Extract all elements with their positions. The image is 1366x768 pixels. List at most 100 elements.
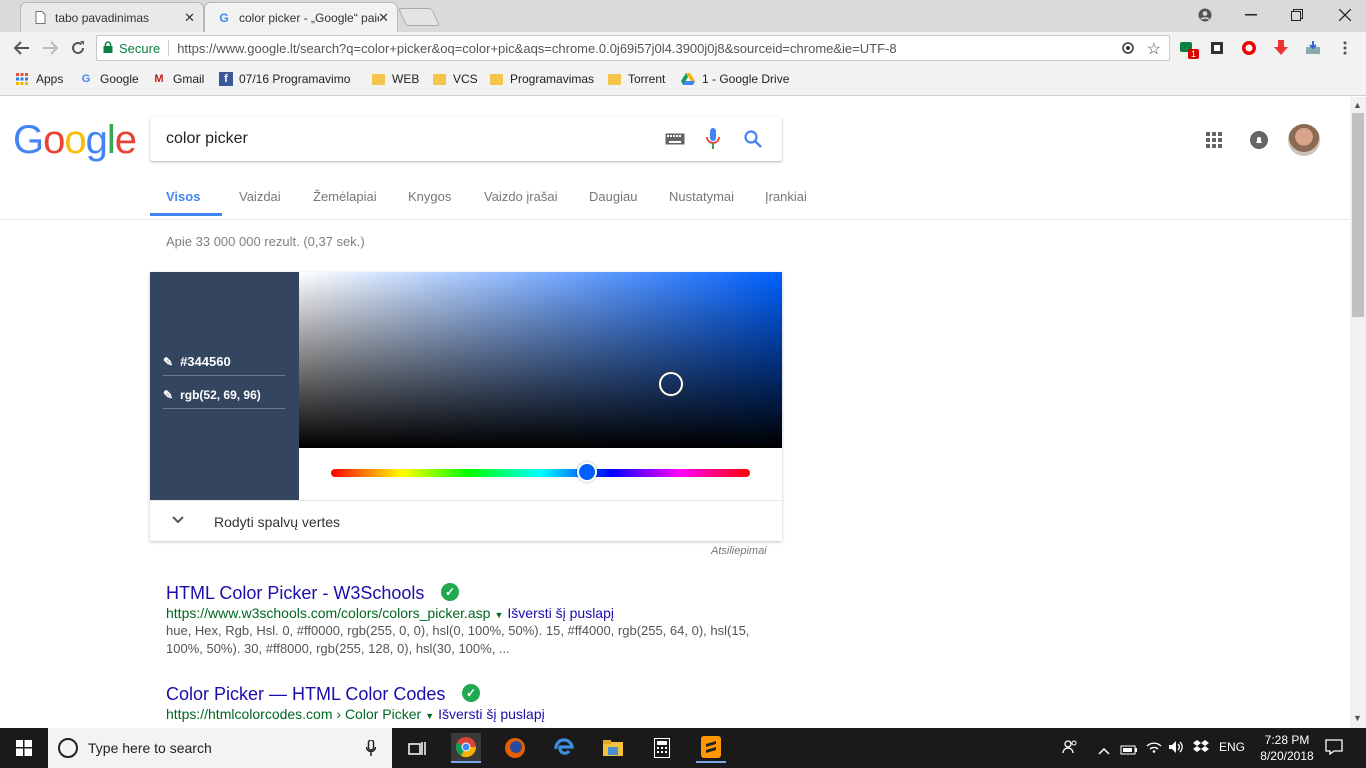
verified-check-icon: ✓ — [462, 684, 480, 702]
bookmark-gmail[interactable]: M Gmail — [151, 72, 204, 86]
taskbar-search-placeholder[interactable]: Type here to search — [88, 740, 212, 756]
task-view-icon[interactable] — [402, 733, 432, 763]
menu-icon[interactable] — [1334, 37, 1356, 59]
folder-icon — [431, 72, 447, 86]
hue-slider[interactable] — [331, 469, 750, 477]
edge-taskbar-icon[interactable] — [549, 733, 579, 763]
result-title-link[interactable]: Color Picker — HTML Color Codes — [166, 684, 445, 705]
translate-link[interactable]: Išversti šį puslapį — [438, 706, 545, 722]
keyboard-icon[interactable] — [665, 132, 685, 150]
tab-books[interactable]: Knygos — [408, 189, 451, 204]
reload-icon[interactable] — [66, 36, 90, 60]
tab-all[interactable]: Visos — [166, 189, 200, 204]
hue-slider-thumb[interactable] — [576, 462, 597, 482]
scroll-up-icon[interactable]: ▲ — [1353, 100, 1362, 110]
bookmark-programavimas[interactable]: Programavimas — [488, 72, 594, 86]
google-apps-icon[interactable] — [1206, 132, 1222, 153]
browser-toolbar: Secure https://www.google.lt/search?q=co… — [0, 32, 1366, 64]
firefox-taskbar-icon[interactable] — [500, 733, 530, 763]
show-values-label[interactable]: Rodyti spalvų vertes — [214, 514, 340, 530]
rgb-value[interactable]: rgb(52, 69, 96) — [180, 388, 261, 402]
minimize-icon[interactable] — [1236, 4, 1266, 26]
volume-icon[interactable] — [1168, 740, 1184, 759]
show-values-toggle[interactable]: Rodyti spalvų vertes — [150, 500, 782, 541]
address-bar[interactable]: Secure https://www.google.lt/search?q=co… — [96, 35, 1170, 61]
tab-videos[interactable]: Vaizdo įrašai — [484, 189, 557, 204]
back-icon[interactable] — [10, 36, 34, 60]
bookmark-label: Gmail — [173, 72, 205, 86]
logo-letter: o — [64, 118, 86, 162]
close-window-icon[interactable] — [1330, 4, 1360, 26]
chrome-taskbar-icon[interactable] — [451, 733, 481, 763]
feedback-link[interactable]: Atsiliepimai — [711, 545, 767, 557]
calculator-icon[interactable] — [647, 733, 677, 763]
new-tab-button[interactable] — [397, 8, 441, 26]
extension-screenshot-icon[interactable] — [1206, 37, 1228, 59]
color-selector-handle[interactable] — [659, 372, 683, 396]
bookmark-web[interactable]: WEB — [370, 72, 419, 86]
close-tab-icon[interactable]: ✕ — [378, 10, 389, 26]
clock[interactable]: 7:28 PM 8/20/2018 — [1252, 732, 1322, 764]
notifications-icon[interactable] — [1250, 131, 1268, 154]
scroll-down-icon[interactable]: ▼ — [1353, 713, 1362, 723]
url-text[interactable]: https://www.google.lt/search?q=color+pic… — [177, 41, 1107, 56]
tab-strip: tabo pavadinimas ✕ G color picker - „Goo… — [0, 0, 1366, 32]
tab-settings[interactable]: Nustatymai — [669, 189, 734, 204]
extension-youtube-icon[interactable] — [1238, 37, 1260, 59]
avatar[interactable] — [1288, 124, 1320, 156]
bookmark-programavimo[interactable]: f 07/16 Programavimo — [219, 72, 351, 86]
bookmark-torrent[interactable]: Torrent — [606, 72, 665, 86]
battery-icon[interactable] — [1120, 742, 1138, 760]
tab-tools[interactable]: Įrankiai — [765, 189, 807, 204]
location-icon[interactable] — [1121, 41, 1135, 58]
search-box[interactable]: color picker — [150, 117, 782, 161]
microphone-icon[interactable] — [706, 128, 720, 155]
profile-icon[interactable] — [1190, 4, 1220, 26]
dropdown-arrow-icon[interactable]: ▼ — [494, 610, 503, 620]
tab-inactive[interactable]: tabo pavadinimas ✕ — [20, 2, 204, 32]
hex-value[interactable]: #344560 — [180, 354, 231, 369]
chevron-down-icon[interactable] — [172, 511, 184, 529]
bookmark-vcs[interactable]: VCS — [431, 72, 478, 86]
extension-sync-icon[interactable]: 1 — [1176, 37, 1200, 59]
windows-start-icon[interactable] — [9, 733, 39, 763]
file-explorer-icon[interactable] — [598, 733, 628, 763]
people-icon[interactable] — [1062, 739, 1078, 760]
search-icon[interactable] — [744, 130, 762, 153]
wifi-icon[interactable] — [1146, 739, 1162, 758]
tab-more[interactable]: Daugiau — [589, 189, 637, 204]
taskbar-search-box[interactable]: Type here to search — [48, 728, 392, 768]
close-tab-icon[interactable]: ✕ — [184, 10, 195, 26]
search-input[interactable]: color picker — [166, 130, 248, 148]
page-scrollbar[interactable]: ▲ ▼ — [1350, 97, 1366, 728]
secure-label: Secure — [119, 40, 161, 56]
bookmark-star-icon[interactable]: ☆ — [1147, 39, 1161, 59]
bookmark-label: 07/16 Programavimo — [239, 72, 351, 86]
tab-maps[interactable]: Žemėlapiai — [313, 189, 377, 204]
restore-icon[interactable] — [1282, 4, 1312, 26]
sublime-text-icon[interactable] — [696, 733, 726, 763]
extension-download-icon[interactable] — [1270, 37, 1292, 59]
google-logo[interactable]: Google — [13, 118, 137, 163]
extension-save-icon[interactable] — [1302, 37, 1324, 59]
dropbox-icon[interactable] — [1193, 740, 1209, 759]
tab-images[interactable]: Vaizdai — [239, 189, 281, 204]
language-indicator[interactable]: ENG — [1219, 740, 1245, 754]
result-title-link[interactable]: HTML Color Picker - W3Schools — [166, 583, 424, 604]
translate-link[interactable]: Išversti šį puslapį — [507, 605, 614, 621]
forward-icon[interactable] — [38, 36, 62, 60]
show-hidden-icons-icon[interactable] — [1098, 742, 1110, 760]
tab-active[interactable]: G color picker - „Google“ paieška ✕ — [204, 2, 398, 32]
saturation-value-area[interactable] — [299, 272, 782, 448]
hex-value-field[interactable]: ✎ #344560 — [163, 354, 231, 369]
rgb-value-field[interactable]: ✎ rgb(52, 69, 96) — [163, 388, 261, 402]
lock-icon[interactable] — [103, 40, 113, 56]
scrollbar-thumb[interactable] — [1352, 113, 1364, 317]
action-center-icon[interactable] — [1325, 739, 1343, 760]
bookmark-google-drive[interactable]: 1 - Google Drive — [680, 72, 789, 86]
bookmarks-bar: Apps G Google M Gmail f 07/16 Programavi… — [0, 64, 1366, 96]
bookmark-apps[interactable]: Apps — [14, 72, 63, 86]
dropdown-arrow-icon[interactable]: ▼ — [425, 711, 434, 721]
microphone-icon[interactable] — [365, 739, 377, 759]
bookmark-google[interactable]: G Google — [78, 72, 139, 86]
